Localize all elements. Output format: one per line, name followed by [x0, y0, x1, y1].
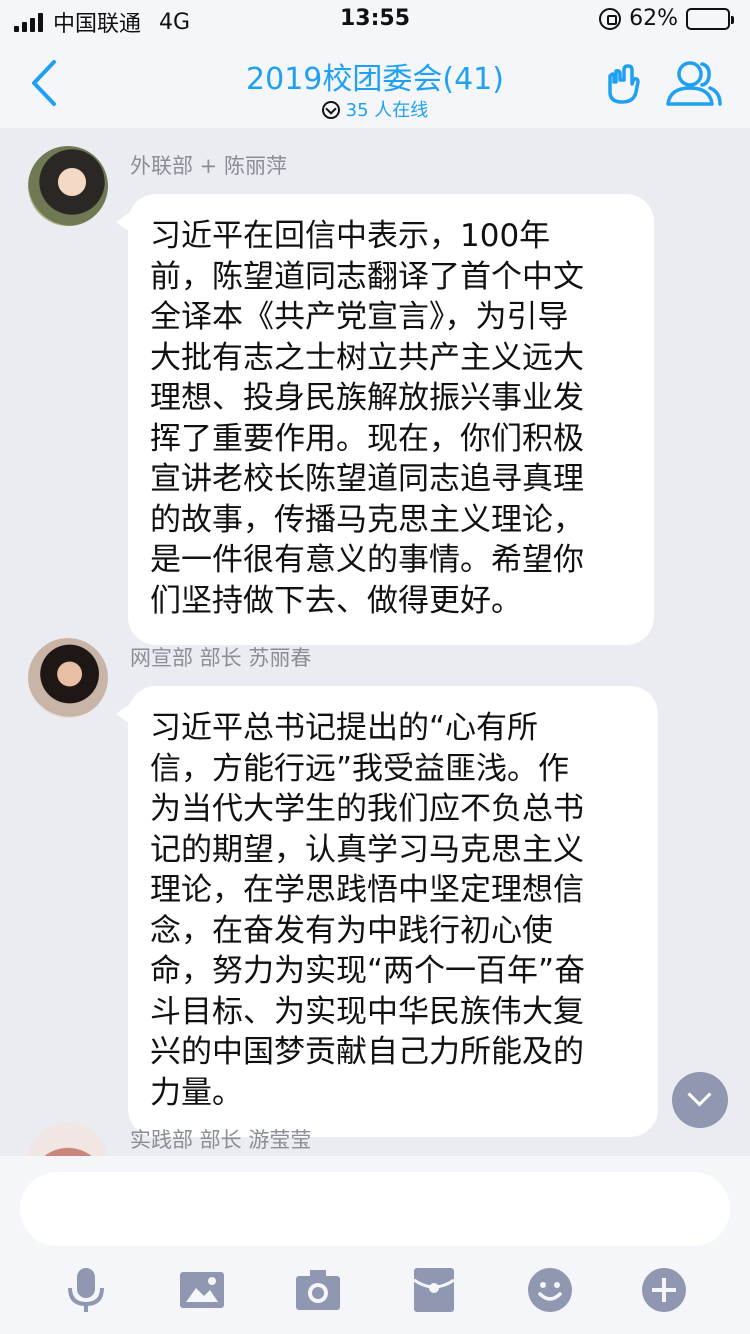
orientation-lock-icon [599, 7, 622, 30]
message-line: 力量。 [150, 1074, 243, 1111]
message-line: 挥了重要作用。现在，你们积极 [150, 420, 584, 457]
message-bubble[interactable]: 习近平在回信中表示，100年 前，陈望道同志翻译了首个中文 全译本《共产党宣言》… [116, 194, 654, 645]
avatar[interactable] [28, 638, 108, 718]
avatar[interactable] [28, 146, 108, 226]
avatar[interactable] [28, 1122, 108, 1156]
status-bar: 中国联通 4G 13:55 62% [0, 0, 750, 40]
scroll-to-bottom-button[interactable] [672, 1072, 728, 1128]
message-line: 前，陈望道同志翻译了首个中文 [150, 258, 584, 295]
composer [0, 1156, 750, 1334]
group-members-icon [666, 61, 722, 106]
chat-header: 2019校团委会(41) 35 人在线 [0, 40, 750, 128]
message-line: 为当代大学生的我们应不负总书 [150, 791, 584, 827]
message-line: 理论，在学思践悟中坚定理想信 [150, 872, 584, 908]
image-icon[interactable] [178, 1266, 226, 1314]
composer-toolbar [0, 1256, 750, 1324]
plus-icon[interactable] [640, 1266, 688, 1314]
camera-icon[interactable] [294, 1266, 342, 1314]
group-members-button[interactable] [664, 58, 722, 110]
message-line: 是一件很有意义的事情。希望你 [150, 542, 584, 578]
message-line: 兴的中国梦贡献自己力所能及的 [150, 1034, 584, 1070]
message-line: 念，在奋发有为中践行初心使 [150, 912, 553, 949]
message-bubble[interactable]: 习近平总书记提出的“心有所 信，方能行远”我受益匪浅。作 为当代大学生的我们应不… [116, 686, 658, 1137]
online-count-label: 35 人在线 [345, 100, 429, 121]
carrier-name: 中国联通 [53, 12, 142, 37]
sender-name[interactable]: 实践部 部长 游莹莹 [130, 1124, 311, 1154]
message-line: 记的期望，认真学习马克思主义 [150, 831, 584, 868]
emoji-icon[interactable] [526, 1266, 574, 1314]
message-line: 信，方能行远”我受益匪浅。作 [150, 750, 570, 787]
microphone-icon[interactable] [62, 1266, 110, 1314]
message-line: 理想、投身民族解放振兴事业发 [150, 380, 584, 416]
message-line: 们坚持做下去、做得更好。 [150, 582, 522, 619]
message-list[interactable]: 外联部 + 陈丽萍 习近平在回信中表示，100年 前，陈望道同志翻译了首个中文 … [0, 128, 750, 1156]
signal-icon [14, 12, 43, 32]
sender-name[interactable]: 网宣部 部长 苏丽春 [130, 642, 311, 672]
battery-charging-icon [686, 7, 734, 30]
message-line: 的故事，传播马克思主义理论， [150, 501, 584, 538]
message-line: 大批有志之士树立共产主义远大 [150, 339, 584, 376]
gesture-button[interactable] [602, 62, 644, 106]
battery-percent: 62% [629, 6, 678, 31]
message-line: 宣讲老校长陈望道同志追寻真理 [150, 461, 584, 497]
gesture-hand-icon [608, 64, 640, 104]
sender-name[interactable]: 外联部 + 陈丽萍 [130, 150, 287, 180]
network-type: 4G [159, 9, 191, 35]
message-line: 习近平总书记提出的“心有所 [150, 710, 539, 746]
message-line: 命，努力为实现“两个一百年”奋 [150, 953, 586, 989]
online-status-icon [321, 101, 340, 119]
red-packet-icon[interactable] [410, 1266, 458, 1314]
message-line: 习近平在回信中表示，100年 [150, 218, 551, 254]
message-line: 斗目标、为实现中华民族伟大复 [150, 993, 584, 1030]
message-input[interactable] [20, 1172, 730, 1246]
message-line: 全译本《共产党宣言》，为引导 [150, 299, 569, 335]
